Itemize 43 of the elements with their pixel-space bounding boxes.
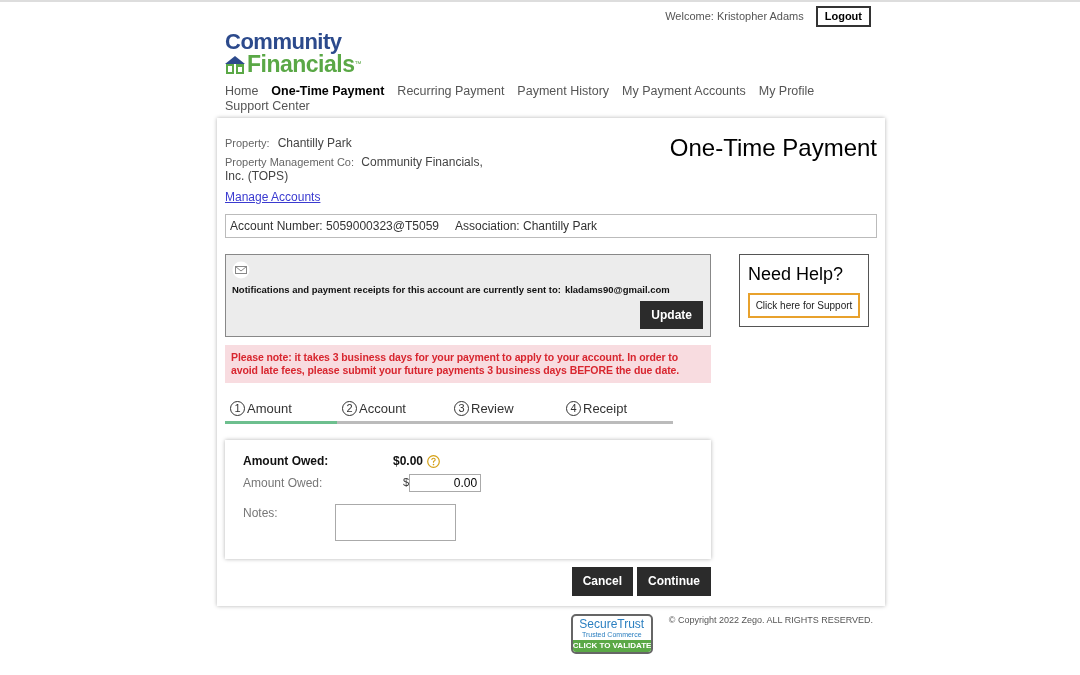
- logo-text: Financials: [247, 53, 355, 77]
- email-address: kladams90@gmail.com: [564, 282, 670, 297]
- seal-text: CLICK TO VALIDATE: [572, 639, 651, 652]
- logo-text: Community: [225, 31, 342, 54]
- page-title: One-Time Payment: [669, 133, 877, 164]
- step-tab[interactable]: 1 Amount: [225, 398, 337, 425]
- nav-link[interactable]: My Profile: [758, 84, 815, 100]
- step-tab[interactable]: 3 Review: [449, 398, 561, 425]
- amount-input[interactable]: 0.00: [409, 474, 482, 493]
- house-icon: [225, 56, 245, 75]
- manage-accounts-link[interactable]: Manage Accounts: [225, 187, 321, 206]
- currency-symbol: $: [403, 475, 410, 491]
- action-button[interactable]: Continue: [637, 567, 711, 596]
- notification-text: Notifications and payment receipts for this account are currently sent to:: [232, 282, 561, 297]
- help-title: Need Help?: [748, 264, 845, 285]
- field-label: Property:: [225, 136, 270, 152]
- amount-value: $0.00: [393, 453, 424, 471]
- field-label: Amount Owed:: [243, 453, 330, 471]
- action-button[interactable]: Cancel: [571, 567, 633, 596]
- management-company-text: Property Management Co: Community Financials, Inc. (TOPS): [225, 156, 484, 184]
- copyright-text: © Copyright 2022 Zego. ALL RIGHTS RESERVED.: [668, 613, 873, 627]
- account-number: Account Number: 5059000323@T5059: [230, 217, 439, 235]
- welcome-text: Welcome: Kristopher Adams: [665, 9, 804, 25]
- nav-link[interactable]: Support Center: [225, 99, 310, 115]
- update-button[interactable]: Update: [640, 301, 703, 330]
- support-button[interactable]: Click here for Support: [748, 292, 860, 318]
- field-label: Notes:: [243, 505, 279, 523]
- logout-button[interactable]: Logout: [815, 6, 871, 28]
- envelope-icon: [232, 260, 250, 279]
- step-tab[interactable]: 2 Account: [337, 398, 449, 425]
- alert-message: Please note: it takes 3 business days for your payment to apply to your account. In order to avoid late fees, please submit your future payments 3 business days BEFORE the due date.: [225, 345, 711, 383]
- nav-link[interactable]: My Payment Accounts: [622, 84, 746, 100]
- nav-link[interactable]: One-Time Payment: [271, 84, 385, 100]
- field-value: Chantilly Park: [277, 135, 352, 153]
- association-text: Association: Chantilly Park: [455, 217, 598, 235]
- help-icon[interactable]: [427, 454, 441, 468]
- notes-field[interactable]: [335, 504, 456, 542]
- seal-text: SecureTrust: [578, 615, 646, 630]
- nav-link[interactable]: Payment History: [517, 84, 610, 100]
- step-tab[interactable]: 4 Receipt: [561, 398, 673, 425]
- nav-link[interactable]: Recurring Payment: [397, 84, 505, 100]
- field-label: Amount Owed:: [243, 475, 324, 493]
- nav-link[interactable]: Home: [225, 84, 259, 100]
